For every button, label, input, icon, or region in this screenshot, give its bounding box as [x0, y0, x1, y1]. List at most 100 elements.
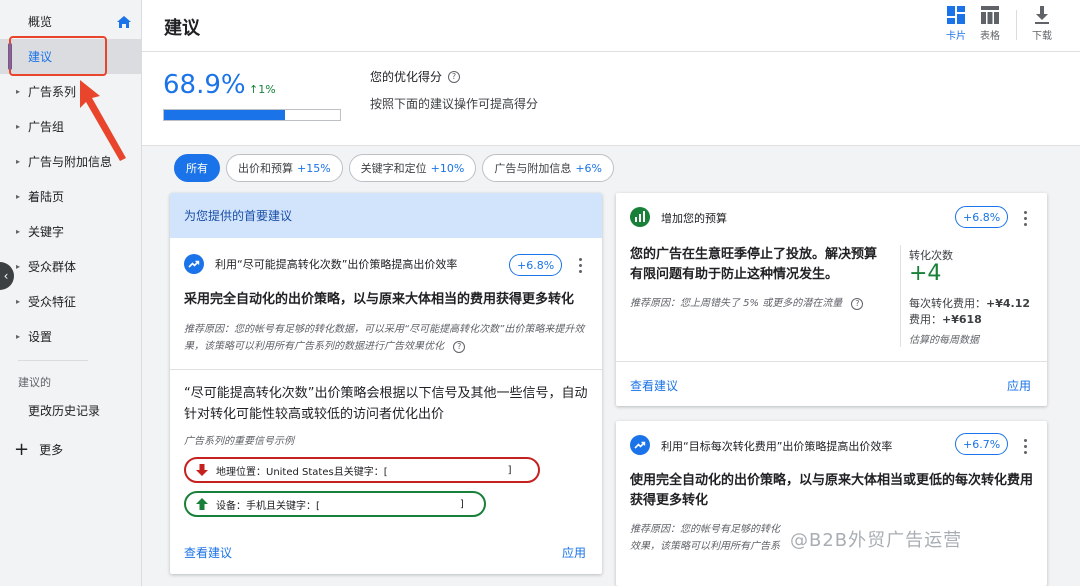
sidebar-group-label: 建议的: [18, 376, 51, 389]
sidebar-item-label: 着陆页: [28, 190, 65, 204]
arrow-up-icon: [196, 498, 208, 510]
page-header: 建议 卡片 表格 下载: [142, 0, 1080, 52]
score-description: 按照下面的建议操作可提高得分: [370, 97, 539, 111]
fee-label: 费用：: [909, 313, 942, 326]
filter-chip-label: 广告与附加信息: [494, 162, 572, 175]
score-title: 您的优化得分?: [370, 68, 461, 85]
filter-chip-label: 关键字和定位: [360, 162, 427, 175]
filter-chips: 所有 出价和预算 +15% 关键字和定位 +10% 广告与附加信息 +6%: [174, 154, 615, 182]
score-delta-value: 1%: [258, 83, 276, 96]
expand-icon: ▸: [16, 192, 21, 201]
card-divider: [170, 369, 602, 370]
apply-button[interactable]: 应用: [562, 544, 586, 561]
budget-card-title: 增加您的预算: [661, 212, 727, 225]
filter-chip-keywords-targeting[interactable]: 关键字和定位 +10%: [348, 154, 477, 182]
arrow-down-icon: [196, 464, 208, 476]
expand-icon: ▸: [16, 227, 21, 236]
cost-value: +¥4.12: [986, 297, 1031, 310]
optimization-score-value: 68.9%: [163, 70, 246, 100]
expand-icon: ▸: [16, 122, 21, 131]
optimization-score-panel: 68.9% ↑1% 您的优化得分? 按照下面的建议操作可提高得分: [142, 52, 1080, 146]
filter-chip-pct: +10%: [430, 161, 465, 175]
redacted-keyword: [319, 497, 460, 511]
sidebar-item-landing-pages[interactable]: ▸ 着陆页: [0, 179, 141, 214]
recommendation-title-row: 利用“尽可能提高转化次数”出价策略提高出价效率 +6.8%: [170, 242, 602, 287]
signal-chip-device: 设备：手机且关键字：[ ]: [184, 491, 486, 517]
sidebar-item-label: 受众群体: [28, 260, 77, 274]
signals-label: 广告系列的重要信号示例: [184, 436, 294, 447]
cost-per-conversion: 每次转化费用：+¥4.12: [909, 295, 1030, 311]
score-impact-badge: +6.7%: [955, 433, 1009, 455]
sidebar-item-label: 广告系列: [28, 85, 77, 99]
score-title-text: 您的优化得分: [370, 70, 443, 84]
expand-icon: ▸: [16, 297, 21, 306]
watermark: @B2B外贸广告运营: [790, 530, 963, 551]
recommendation-reason: 推荐原因：您的帐号有足够的转化: [630, 524, 780, 535]
target-cpa-recommendation-card: 利用“目标每次转化费用”出价策略提高出价效率 +6.7% 使用完全自动化的出价策…: [616, 421, 1047, 586]
signal-end: ]: [459, 498, 464, 510]
recommendation-title: 利用“目标每次转化费用”出价策略提高出价效率: [661, 440, 893, 453]
filter-chip-label: 所有: [186, 162, 208, 175]
estimate-note: 估算的每周数据: [909, 335, 979, 346]
sidebar-item-label: 受众特征: [28, 295, 77, 309]
card-view-icon: [947, 6, 965, 24]
sidebar-item-label: 概览: [28, 15, 53, 29]
annotation-highlight-box: [9, 36, 107, 76]
sidebar-item-change-history[interactable]: 更改历史记录: [0, 393, 141, 428]
card-divider: [616, 361, 1047, 362]
more-options-icon[interactable]: [1020, 209, 1030, 227]
score-progress-fill: [164, 110, 286, 120]
sidebar-divider: [18, 360, 88, 361]
filter-chip-pct: +15%: [297, 161, 331, 175]
signal-text: 设备：手机且关键字：[: [216, 500, 320, 512]
sidebar-item-label: 设置: [28, 330, 53, 344]
sidebar-item-overview[interactable]: 概览: [0, 4, 141, 39]
strategy-explanation: “尽可能提高转化次数”出价策略会根据以下信号及其他一些信号，自动针对转化可能性较…: [184, 386, 588, 422]
cost-total: 费用：+¥618: [909, 311, 982, 327]
sidebar-item-settings[interactable]: ▸ 设置: [0, 319, 141, 354]
arrow-up-icon: ↑: [249, 83, 259, 96]
table-view-icon: [981, 6, 999, 24]
filter-chip-label: 出价和预算: [238, 162, 293, 175]
chevron-left-icon: ‹: [3, 269, 9, 283]
sidebar-item-audiences[interactable]: ▸ 受众群体: [0, 249, 141, 284]
more-options-icon[interactable]: [575, 256, 585, 274]
expand-icon: ▸: [16, 157, 21, 166]
filter-chip-ads-extensions[interactable]: 广告与附加信息 +6%: [482, 154, 615, 182]
recommendation-headline: 使用完全自动化的出价策略，以与原来大体相当或更低的每次转化费用获得更多转化: [630, 473, 1034, 508]
download-icon: [1035, 6, 1049, 24]
more-options-icon[interactable]: [1020, 437, 1030, 455]
table-view-button[interactable]: 表格: [970, 6, 1010, 42]
help-icon[interactable]: ?: [453, 340, 466, 353]
card-view-label: 卡片: [946, 31, 966, 42]
signal-end: ]: [507, 464, 512, 476]
budget-reason-text: 推荐原因：您上周错失了 5% 或更多的潜在流量: [630, 298, 843, 309]
signal-text: 地理位置：United States且关键字：[: [216, 466, 388, 478]
view-recommendation-link[interactable]: 查看建议: [630, 377, 678, 394]
more-label: 更多: [39, 442, 64, 457]
help-icon[interactable]: ?: [448, 70, 461, 83]
conversions-value: +4: [909, 261, 942, 286]
plus-icon: +: [14, 438, 30, 460]
view-recommendation-link[interactable]: 查看建议: [184, 544, 232, 561]
download-button[interactable]: 下载: [1022, 6, 1062, 42]
sidebar-more-button[interactable]: + 更多: [0, 434, 141, 464]
recommendation-title: 利用“尽可能提高转化次数”出价策略提高出价效率: [215, 258, 458, 271]
help-icon[interactable]: ?: [851, 297, 864, 310]
budget-recommendation-card: 增加您的预算 +6.8% 您的广告在生意旺季停止了投放。解决预算有限问题有助于防…: [616, 193, 1047, 406]
top-recommendation-card: 为您提供的首要建议 利用“尽可能提高转化次数”出价策略提高出价效率 +6.8% …: [170, 193, 602, 574]
trending-up-icon: [184, 254, 204, 274]
sidebar-item-keywords[interactable]: ▸ 关键字: [0, 214, 141, 249]
filter-chip-all[interactable]: 所有: [174, 154, 220, 182]
redacted-keyword: [387, 463, 508, 477]
home-icon[interactable]: [117, 16, 131, 28]
filter-chip-bids-budgets[interactable]: 出价和预算 +15%: [226, 154, 343, 182]
apply-button[interactable]: 应用: [1007, 377, 1031, 394]
expand-icon: ▸: [16, 332, 21, 341]
sidebar-item-demographics[interactable]: ▸ 受众特征: [0, 284, 141, 319]
filter-chip-pct: +6%: [575, 161, 603, 175]
signal-chip-location: 地理位置：United States且关键字：[ ]: [184, 457, 540, 483]
header-divider: [1016, 10, 1017, 40]
sidebar-item-label: 关键字: [28, 225, 65, 239]
expand-icon: ▸: [16, 262, 21, 271]
